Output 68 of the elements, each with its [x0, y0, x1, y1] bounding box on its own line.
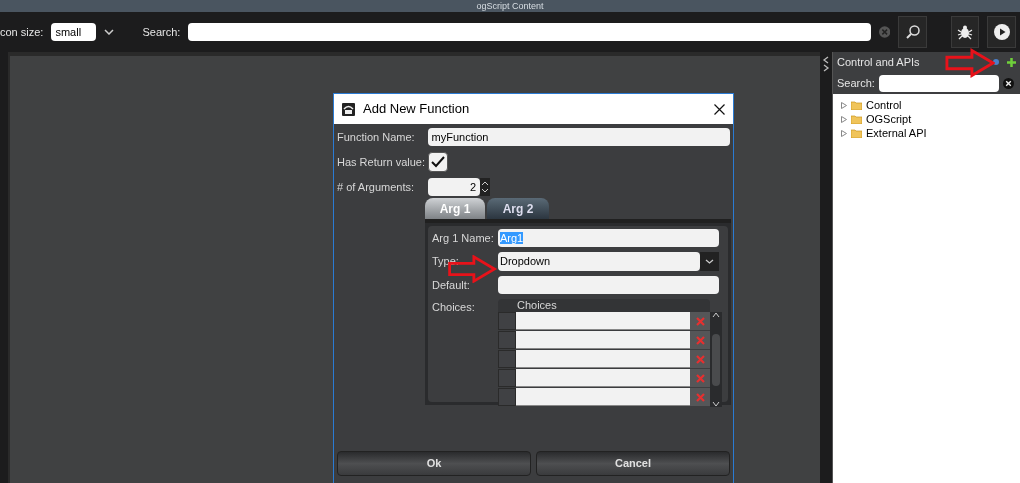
- collapse-arrows-icon[interactable]: [822, 56, 830, 72]
- delete-icon: [695, 354, 705, 364]
- dialog-title: Add New Function: [363, 100, 471, 119]
- row-handle[interactable]: [498, 331, 516, 349]
- checkmark-icon: [431, 156, 445, 168]
- run-button[interactable]: [987, 16, 1016, 48]
- scroll-down-icon[interactable]: [712, 401, 720, 407]
- row-handle[interactable]: [498, 312, 516, 330]
- icon-size-label: con size:: [0, 24, 44, 40]
- window-title: ogScript Content: [476, 0, 544, 12]
- tree-item[interactable]: OGScript: [841, 112, 1020, 126]
- caret-icon: [700, 252, 719, 271]
- choice-field[interactable]: [516, 331, 690, 349]
- scroll-up-icon[interactable]: [712, 312, 720, 318]
- field-label: Default:: [432, 277, 471, 293]
- app-icon: [342, 102, 355, 116]
- close-icon[interactable]: [714, 103, 725, 115]
- tab[interactable]: Arg 2: [487, 198, 549, 219]
- tree-item[interactable]: External API: [841, 126, 1020, 140]
- choice-field[interactable]: [516, 369, 690, 387]
- choice-field[interactable]: [516, 312, 690, 330]
- field-label: Type:: [432, 254, 460, 270]
- row-handle[interactable]: [498, 350, 516, 368]
- field-label: Has Return value:: [337, 154, 427, 170]
- choice-field[interactable]: [516, 388, 690, 406]
- delete-button[interactable]: [690, 331, 710, 349]
- function-name-field[interactable]: myFunction: [427, 128, 730, 146]
- panel-search-field[interactable]: [878, 74, 999, 92]
- delete-icon: [695, 335, 705, 345]
- collapsed-icon[interactable]: [841, 129, 847, 137]
- scrollbar[interactable]: [710, 312, 722, 407]
- debug-button[interactable]: [950, 16, 980, 48]
- field-label: Choices:: [432, 300, 476, 315]
- column-header: Choices: [498, 299, 710, 312]
- collapsed-icon[interactable]: [841, 115, 847, 123]
- panel-search-label: Search:: [837, 75, 875, 91]
- collapsed-icon[interactable]: [841, 101, 847, 109]
- choice-field[interactable]: [516, 350, 690, 368]
- delete-icon: [695, 316, 705, 326]
- add-icon[interactable]: [1007, 57, 1016, 67]
- dot-icon: [993, 59, 999, 65]
- search-field[interactable]: [188, 23, 871, 41]
- panel-title: Control and APIs: [837, 54, 921, 70]
- delete-button[interactable]: [690, 350, 710, 368]
- play-icon: [993, 24, 1010, 40]
- field-label: Arg 1 Name:: [432, 230, 495, 246]
- spinner-arrows-icon: [480, 178, 490, 196]
- bug-icon: [956, 23, 975, 41]
- folder-icon: [851, 114, 862, 124]
- search-icon: [904, 24, 921, 40]
- clear-icon[interactable]: [1002, 77, 1014, 89]
- field-label: Function Name:: [337, 129, 416, 145]
- field-label: # of Arguments:: [337, 179, 416, 195]
- search-label: Search:: [142, 24, 181, 40]
- delete-icon: [695, 392, 705, 402]
- caret-icon: [104, 29, 115, 35]
- delete-icon: [695, 373, 705, 383]
- tree-item[interactable]: Control: [841, 98, 1020, 112]
- dialog-button[interactable]: Ok: [337, 451, 531, 476]
- folder-icon: [851, 100, 862, 110]
- search-button[interactable]: [898, 16, 927, 48]
- dialog-button[interactable]: Cancel: [536, 451, 730, 476]
- default-field[interactable]: [498, 276, 719, 294]
- folder-icon: [851, 128, 862, 138]
- checkbox[interactable]: [428, 152, 448, 172]
- row-handle[interactable]: [498, 369, 516, 387]
- row-handle[interactable]: [498, 388, 516, 406]
- delete-button[interactable]: [690, 369, 710, 387]
